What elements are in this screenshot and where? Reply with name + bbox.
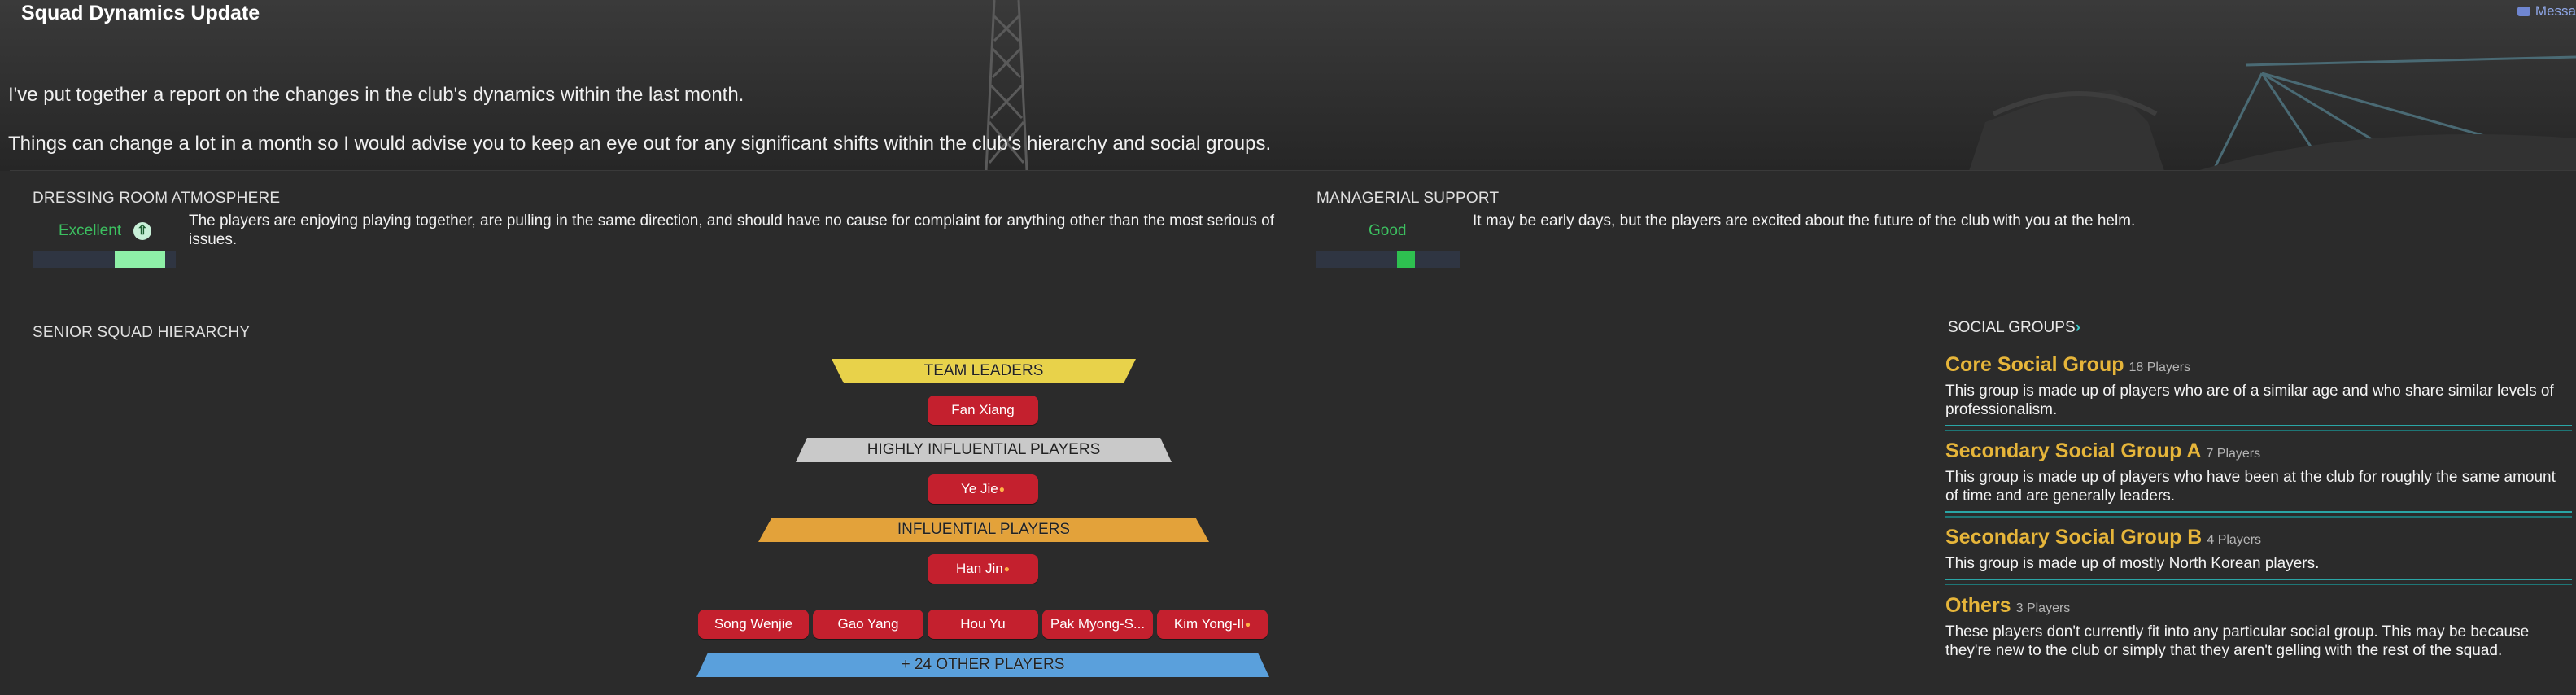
up-arrow-icon: ⇧ (133, 222, 151, 240)
messages-link-label: Messa (2535, 3, 2576, 19)
atmosphere-description: The players are enjoying playing togethe… (189, 212, 1274, 248)
player-name: Fan Xiang (951, 402, 1015, 417)
player-name: Song Wenjie (714, 616, 793, 632)
managerial-title: MANAGERIAL SUPPORT (1316, 190, 1500, 207)
other-players-label: + 24 OTHER PLAYERS (901, 656, 1065, 673)
status-dot-icon: ● (1003, 563, 1010, 575)
atmosphere-rating-bar (33, 251, 176, 268)
group-description: These players don't currently fit into a… (1945, 623, 2530, 659)
group-name: Core Social Group (1945, 353, 2124, 376)
atmosphere-rating: Excellent (59, 222, 122, 239)
player-tag[interactable]: Gao Yang (813, 610, 923, 639)
managerial-rating-fill (1397, 251, 1415, 268)
player-name: Gao Yang (837, 616, 899, 632)
player-tag[interactable]: Ye Jie● (928, 474, 1038, 504)
group-count: 4 Players (2207, 533, 2262, 547)
player-tag[interactable]: Kim Yong-Il● (1157, 610, 1268, 639)
social-groups-title: SOCIAL GROUPS (1948, 319, 2076, 336)
social-group-secondary-a[interactable]: Secondary Social Group A 7 Players This g… (1945, 439, 2572, 518)
atmosphere-title: DRESSING ROOM ATMOSPHERE (33, 190, 281, 207)
player-tag[interactable]: Fan Xiang (928, 396, 1038, 425)
social-group-core[interactable]: Core Social Group 18 Players This group i… (1945, 353, 2572, 431)
group-name: Secondary Social Group B (1945, 526, 2203, 549)
team-leaders-band: TEAM LEADERS (832, 359, 1136, 383)
player-name: Kim Yong-Il (1173, 616, 1244, 632)
influential-band: INFLUENTIAL PLAYERS (758, 518, 1209, 542)
player-name: Hou Yu (960, 616, 1006, 632)
player-tag[interactable]: Song Wenjie (698, 610, 809, 639)
group-description: This group is made up of players who are… (1945, 382, 2554, 418)
group-divider (1945, 511, 2572, 518)
group-divider (1945, 425, 2572, 431)
player-name: Han Jin (956, 561, 1003, 576)
social-group-others[interactable]: Others 3 Players These players don't curr… (1945, 594, 2572, 660)
managerial-description: It may be early days, but the players ar… (1473, 212, 2136, 229)
player-tag[interactable]: Pak Myong-S... (1042, 610, 1153, 639)
managerial-rating-bar (1316, 251, 1460, 268)
group-count: 3 Players (2015, 601, 2071, 615)
messages-link[interactable]: Messa (2517, 3, 2576, 20)
message-icon (2517, 7, 2530, 16)
hierarchy-title: SENIOR SQUAD HIERARCHY (33, 324, 251, 341)
player-name: Ye Jie (961, 481, 998, 496)
page-title: Squad Dynamics Update (21, 2, 260, 24)
team-leaders-label: TEAM LEADERS (923, 362, 1044, 379)
group-name: Others (1945, 594, 2011, 617)
player-name: Pak Myong-S... (1050, 616, 1146, 632)
managerial-rating: Good (1369, 222, 1407, 239)
intro-text-2: Things can change a lot in a month so I … (8, 133, 1272, 155)
group-name: Secondary Social Group A (1945, 439, 2202, 462)
player-tag[interactable]: Hou Yu (928, 610, 1038, 639)
group-count: 18 Players (2128, 361, 2191, 374)
influential-label: INFLUENTIAL PLAYERS (897, 521, 1071, 538)
highly-influential-band: HIGHLY INFLUENTIAL PLAYERS (796, 438, 1172, 462)
other-players-band[interactable]: + 24 OTHER PLAYERS (696, 653, 1269, 677)
status-dot-icon: ● (998, 483, 1005, 495)
social-group-secondary-b[interactable]: Secondary Social Group B 4 Players This g… (1945, 526, 2572, 585)
social-groups-link[interactable]: SOCIAL GROUPS› (1948, 319, 2080, 337)
group-description: This group is made up of players who hav… (1945, 469, 2556, 505)
player-tag[interactable]: Han Jin● (928, 554, 1038, 584)
atmosphere-rating-fill (115, 251, 165, 268)
group-description: This group is made up of mostly North Ko… (1945, 555, 2320, 572)
group-divider (1945, 579, 2572, 585)
highly-influential-label: HIGHLY INFLUENTIAL PLAYERS (867, 441, 1101, 458)
intro-text-1: I've put together a report on the change… (8, 84, 744, 106)
status-dot-icon: ● (1244, 619, 1251, 630)
chevron-right-icon: › (2075, 319, 2080, 336)
group-count: 7 Players (2206, 447, 2261, 461)
